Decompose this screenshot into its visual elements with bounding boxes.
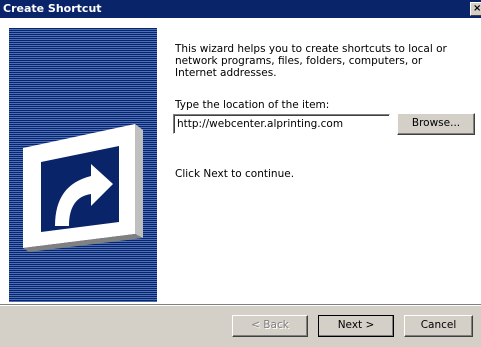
cancel-button[interactable]: Cancel bbox=[404, 315, 473, 337]
shortcut-arrow-icon bbox=[23, 124, 143, 252]
title-bar[interactable]: Create Shortcut × bbox=[0, 0, 481, 18]
browse-button[interactable]: Browse... bbox=[397, 113, 475, 135]
create-shortcut-dialog: Create Shortcut × This wizard helps you … bbox=[0, 0, 481, 347]
close-icon[interactable]: × bbox=[470, 2, 481, 16]
window-title: Create Shortcut bbox=[3, 2, 102, 15]
next-button[interactable]: Next > bbox=[318, 315, 394, 337]
wizard-content: This wizard helps you to create shortcut… bbox=[0, 18, 481, 304]
location-label: Type the location of the item: bbox=[175, 99, 330, 111]
location-input[interactable] bbox=[173, 114, 390, 134]
wizard-banner bbox=[9, 28, 157, 302]
continue-text: Click Next to continue. bbox=[175, 168, 295, 180]
intro-text: This wizard helps you to create shortcut… bbox=[175, 43, 447, 79]
back-button: < Back bbox=[232, 315, 308, 337]
wizard-footer: < Back Next > Cancel bbox=[0, 306, 481, 347]
